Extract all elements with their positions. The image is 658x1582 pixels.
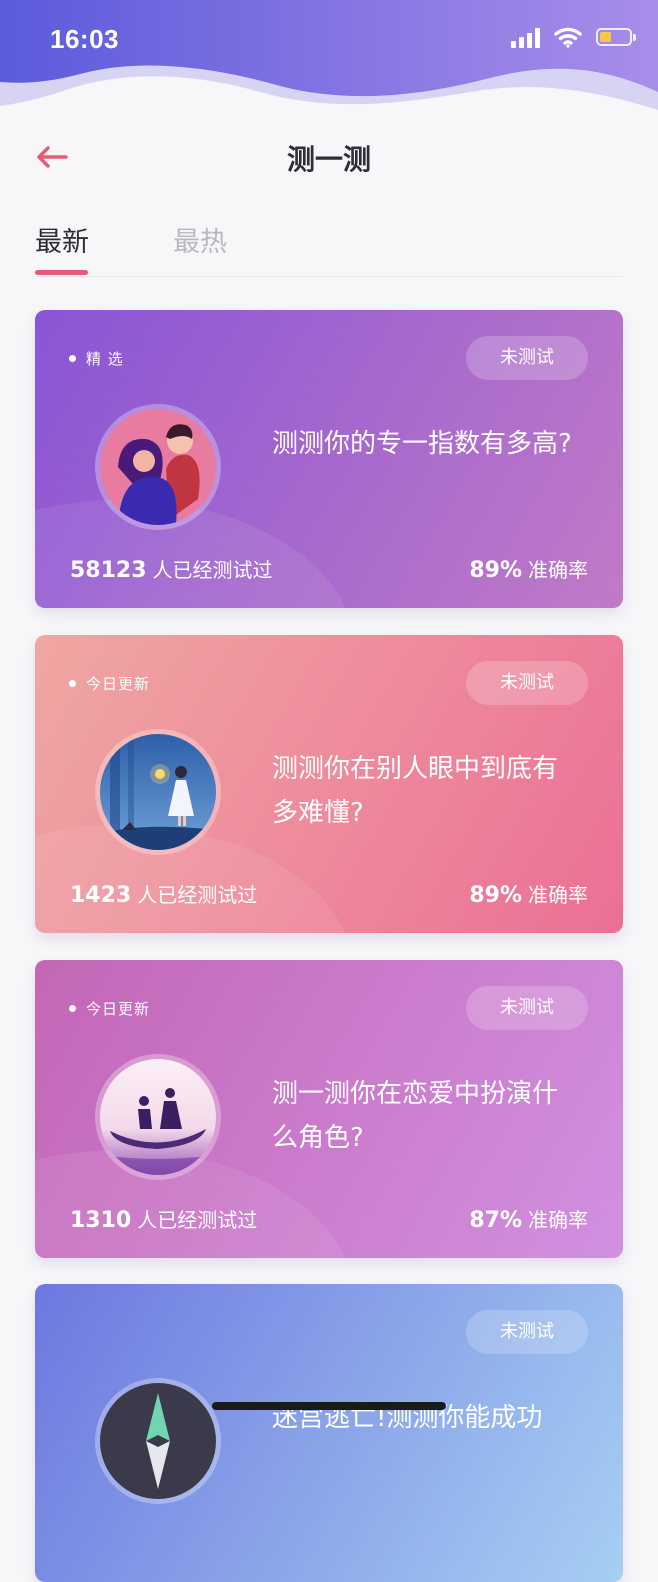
tab-latest[interactable]: 最新 bbox=[35, 220, 89, 259]
quiz-card[interactable]: 今日更新 未测试 测测你在别人眼中到底有多难懂? 1423 人已经测试过 89% 准… bbox=[35, 635, 623, 933]
test-count-value: 1423 bbox=[70, 883, 132, 908]
accuracy-label: 准确率 bbox=[528, 1208, 588, 1232]
untested-badge: 未测试 bbox=[466, 336, 588, 380]
untested-badge: 未测试 bbox=[466, 1310, 588, 1354]
cellular-signal-icon bbox=[511, 26, 540, 48]
accuracy-label: 准确率 bbox=[528, 883, 588, 907]
battery-icon bbox=[596, 28, 636, 46]
card-footer: 1310 人已经测试过 87% 准确率 bbox=[70, 1204, 588, 1233]
accuracy-label: 准确率 bbox=[528, 558, 588, 582]
compass-illustration bbox=[100, 1383, 216, 1499]
test-count: 1310 人已经测试过 bbox=[70, 1204, 257, 1233]
card-tag-label: 今日更新 bbox=[86, 675, 151, 693]
status-time: 16:03 bbox=[50, 24, 119, 54]
status-icons bbox=[511, 26, 636, 48]
card-tag-label: 精 选 bbox=[86, 350, 124, 368]
quiz-card[interactable]: 今日更新 未测试 测一测你在恋爱中扮演什么角色? 1310 人已经测试过 87% 准… bbox=[35, 960, 623, 1258]
accuracy-rate: 89% 准确率 bbox=[469, 554, 588, 583]
card-title: 测测你在别人眼中到底有多难懂? bbox=[272, 754, 559, 828]
untested-badge: 未测试 bbox=[466, 661, 588, 705]
card-title: 测测你的专一指数有多高? bbox=[272, 429, 572, 459]
card-image bbox=[95, 1378, 221, 1504]
test-count-label: 人已经测试过 bbox=[137, 1208, 258, 1232]
card-image bbox=[95, 729, 221, 855]
card-tag: 今日更新 bbox=[69, 673, 150, 694]
test-count-value: 58123 bbox=[70, 558, 147, 583]
wifi-icon bbox=[554, 27, 582, 48]
test-count-label: 人已经测试过 bbox=[152, 558, 273, 582]
accuracy-rate: 89% 准确率 bbox=[469, 879, 588, 908]
quiz-card[interactable]: 未测试 迷宫逃亡!测测你能成功 bbox=[35, 1284, 623, 1582]
card-tag-label: 今日更新 bbox=[86, 1000, 151, 1018]
test-count-value: 1310 bbox=[70, 1208, 132, 1233]
card-image bbox=[95, 1054, 221, 1180]
test-count: 58123 人已经测试过 bbox=[70, 554, 273, 583]
card-tag: 精 选 bbox=[69, 348, 124, 369]
card-title: 测一测你在恋爱中扮演什么角色? bbox=[272, 1079, 559, 1153]
tab-hottest[interactable]: 最热 bbox=[173, 220, 227, 259]
girl-lantern-illustration bbox=[100, 734, 216, 850]
quiz-card[interactable]: 精 选 未测试 测测你的专一指数有多高? 58123 人已经测试过 89% 准确率 bbox=[35, 310, 623, 608]
card-footer: 1423 人已经测试过 89% 准确率 bbox=[70, 879, 588, 908]
couple-illustration bbox=[100, 409, 216, 525]
accuracy-rate: 87% 准确率 bbox=[469, 1204, 588, 1233]
card-footer: 58123 人已经测试过 89% 准确率 bbox=[70, 554, 588, 583]
card-tag: 今日更新 bbox=[69, 998, 150, 1019]
navigation-bar: 测一测 bbox=[0, 120, 658, 194]
accuracy-value: 87% bbox=[469, 1208, 522, 1233]
accuracy-value: 89% bbox=[469, 883, 522, 908]
active-tab-indicator bbox=[35, 270, 88, 275]
gondola-couple-illustration bbox=[100, 1059, 216, 1175]
test-count-label: 人已经测试过 bbox=[137, 883, 258, 907]
page-title: 测一测 bbox=[286, 143, 371, 176]
tab-bar: 最新 最热 bbox=[35, 212, 623, 277]
accuracy-value: 89% bbox=[469, 558, 522, 583]
test-count: 1423 人已经测试过 bbox=[70, 879, 257, 908]
status-bar-background bbox=[0, 0, 658, 110]
home-indicator bbox=[212, 1402, 446, 1410]
card-image bbox=[95, 404, 221, 530]
untested-badge: 未测试 bbox=[466, 986, 588, 1030]
